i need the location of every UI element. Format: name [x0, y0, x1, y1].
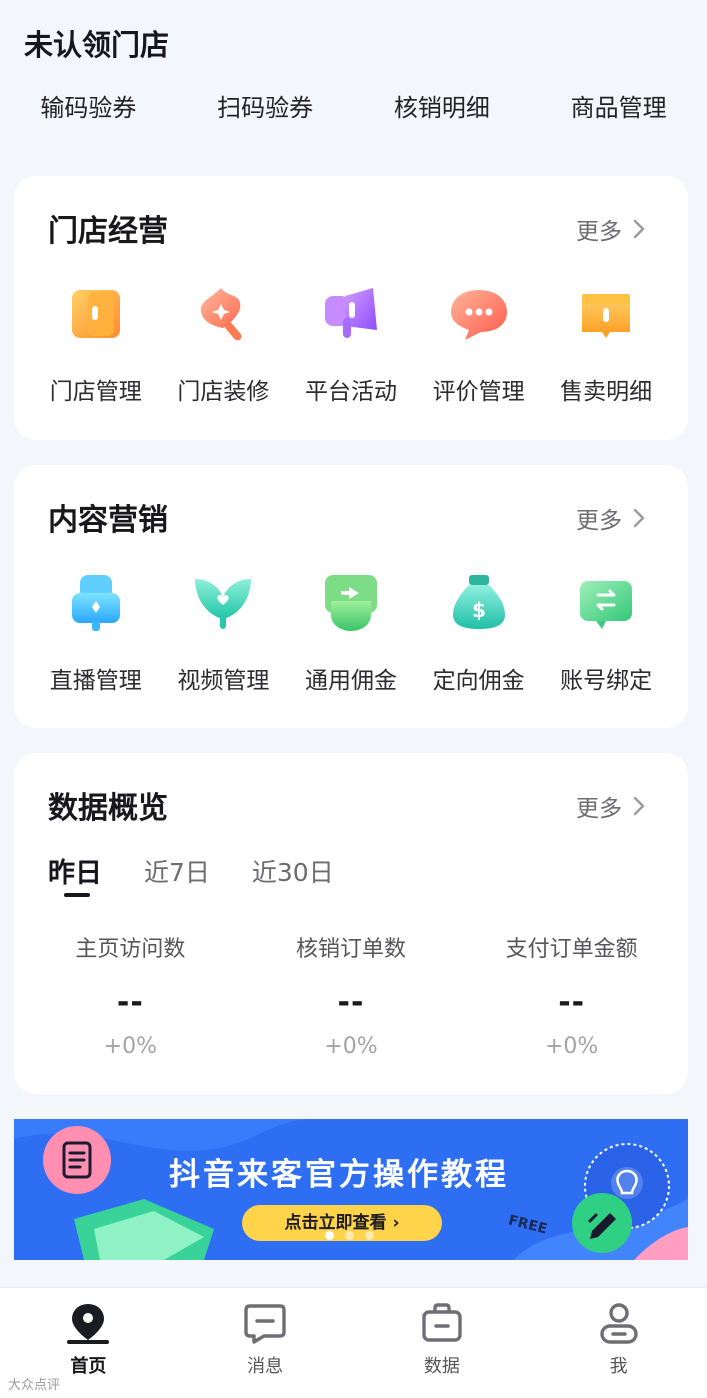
stats-row: 主页访问数 -- +0% 核销订单数 -- +0% 支付订单金额 -- +0%	[20, 931, 682, 1059]
megaphone-icon	[324, 288, 377, 338]
verification-details-button[interactable]: 核销明细	[354, 86, 531, 130]
grid-item-account-binding[interactable]: 账号绑定	[542, 571, 670, 695]
tab-label: 我	[609, 1356, 628, 1377]
stat-label: 核销订单数	[296, 937, 407, 962]
notebook-icon	[43, 1126, 111, 1194]
grid-label: 售卖明细	[560, 379, 653, 405]
product-management-button[interactable]: 商品管理	[530, 86, 707, 130]
tab-label: 消息	[247, 1356, 284, 1377]
tab-data[interactable]: 数据	[354, 1288, 531, 1398]
banner-pagination	[325, 1231, 385, 1240]
grid-item-review-manage[interactable]: 评价管理	[415, 282, 543, 406]
tab-label: 数据	[423, 1356, 460, 1377]
bottom-tab-bar: 首页 消息 数据 我	[0, 1287, 707, 1398]
chevron-right-icon	[633, 219, 645, 239]
grid-label: 直播管理	[49, 668, 142, 694]
pagination-dot[interactable]	[325, 1231, 334, 1240]
grid-label: 定向佣金	[432, 668, 525, 694]
chevron-right-icon	[633, 508, 645, 528]
more-label: 更多	[576, 219, 622, 245]
store-manage-icon	[71, 290, 120, 338]
more-label: 更多	[576, 796, 622, 822]
pagination-dot[interactable]	[345, 1231, 354, 1240]
grid-label: 视频管理	[177, 668, 270, 694]
content-marketing-title: 内容营销	[48, 503, 168, 538]
tab-last-30-days[interactable]: 近30日	[252, 853, 334, 889]
grid-item-general-commission[interactable]: 通用佣金	[287, 571, 415, 695]
chevron-right-icon	[633, 796, 645, 816]
pagination-dot[interactable]	[365, 1231, 374, 1240]
stat-value: --	[558, 985, 586, 1020]
location-pin-icon	[67, 1304, 110, 1344]
grid-label: 平台活动	[304, 379, 397, 405]
store-decor-icon	[201, 288, 242, 341]
video-icon	[195, 579, 252, 629]
tutorial-banner[interactable]: 抖音来客官方操作教程 点击立即查看 › FREE	[14, 1119, 688, 1260]
tab-last-7-days[interactable]: 近7日	[144, 853, 210, 889]
stat-change: +0%	[324, 1034, 378, 1059]
pencil-icon	[572, 1193, 632, 1253]
grid-item-targeted-commission[interactable]: $ 定向佣金	[415, 571, 543, 695]
stat-verified-orders[interactable]: 核销订单数 -- +0%	[241, 931, 462, 1059]
grid-label: 通用佣金	[304, 668, 397, 694]
grid-item-live-manage[interactable]: 直播管理	[32, 571, 160, 695]
stat-homepage-visits[interactable]: 主页访问数 -- +0%	[20, 931, 241, 1059]
content-marketing-grid: 直播管理 视频管理 通用佣金 $ 定向佣金 账号绑定	[32, 571, 670, 695]
grid-item-platform-activity[interactable]: 平台活动	[287, 282, 415, 406]
content-marketing-card: 内容营销 更多 直播管理 视频管理 通用佣金 $ 定向佣金 账号绑定	[14, 465, 688, 728]
grid-item-sales-details[interactable]: 售卖明细	[542, 282, 670, 406]
profile-icon	[599, 1303, 638, 1344]
quick-actions-bar: 输码验券 扫码验券 核销明细 商品管理	[0, 86, 707, 130]
grid-item-store-decor[interactable]: 门店装修	[160, 282, 288, 406]
more-label: 更多	[576, 508, 622, 534]
period-tabs: 昨日 近7日 近30日	[48, 851, 376, 897]
scan-code-verify-button[interactable]: 扫码验券	[177, 86, 354, 130]
commission-icon	[324, 575, 377, 631]
stat-change: +0%	[545, 1034, 599, 1059]
content-marketing-more-link[interactable]: 更多	[576, 501, 646, 535]
store-operations-title: 门店经营	[48, 214, 168, 249]
grid-item-store-manage[interactable]: 门店管理	[32, 282, 160, 406]
tab-me[interactable]: 我	[530, 1288, 707, 1398]
stat-label: 支付订单金额	[505, 937, 638, 962]
message-icon	[244, 1304, 286, 1344]
stat-value: --	[337, 985, 365, 1020]
tab-label: 首页	[70, 1356, 107, 1377]
store-operations-more-link[interactable]: 更多	[576, 212, 646, 246]
live-stream-icon	[71, 575, 120, 631]
store-operations-card: 门店经营 更多 门店管理 门店装修 平台活动 评价管理 售卖明细	[14, 176, 688, 440]
stat-change: +0%	[103, 1034, 157, 1059]
chat-bubble-icon	[450, 290, 507, 340]
store-operations-grid: 门店管理 门店装修 平台活动 评价管理 售卖明细	[32, 282, 670, 406]
watermark: 大众点评	[8, 1378, 61, 1393]
svg-text:$: $	[472, 598, 486, 622]
data-overview-title: 数据概览	[48, 791, 168, 826]
stat-label: 主页访问数	[75, 937, 186, 962]
stat-value: --	[116, 985, 144, 1020]
banner-title: 抖音来客官方操作教程	[169, 1157, 509, 1193]
stat-paid-order-amount[interactable]: 支付订单金额 -- +0%	[461, 931, 682, 1059]
account-bind-icon	[580, 581, 633, 629]
enter-code-verify-button[interactable]: 输码验券	[0, 86, 177, 130]
tab-messages[interactable]: 消息	[177, 1288, 354, 1398]
grid-label: 门店装修	[177, 379, 270, 405]
wallet-icon	[582, 294, 631, 338]
grid-label: 账号绑定	[560, 668, 653, 694]
data-overview-more-link[interactable]: 更多	[576, 789, 646, 823]
grid-item-video-manage[interactable]: 视频管理	[160, 571, 288, 695]
briefcase-icon	[422, 1303, 462, 1342]
data-overview-card: 数据概览 更多 昨日 近7日 近30日 主页访问数 -- +0% 核销订单数 -…	[14, 753, 688, 1094]
tab-yesterday[interactable]: 昨日	[48, 851, 102, 897]
grid-label: 评价管理	[432, 379, 525, 405]
store-name[interactable]: 未认领门店	[24, 22, 169, 64]
grid-label: 门店管理	[49, 379, 142, 405]
money-bag-icon: $	[452, 575, 505, 629]
